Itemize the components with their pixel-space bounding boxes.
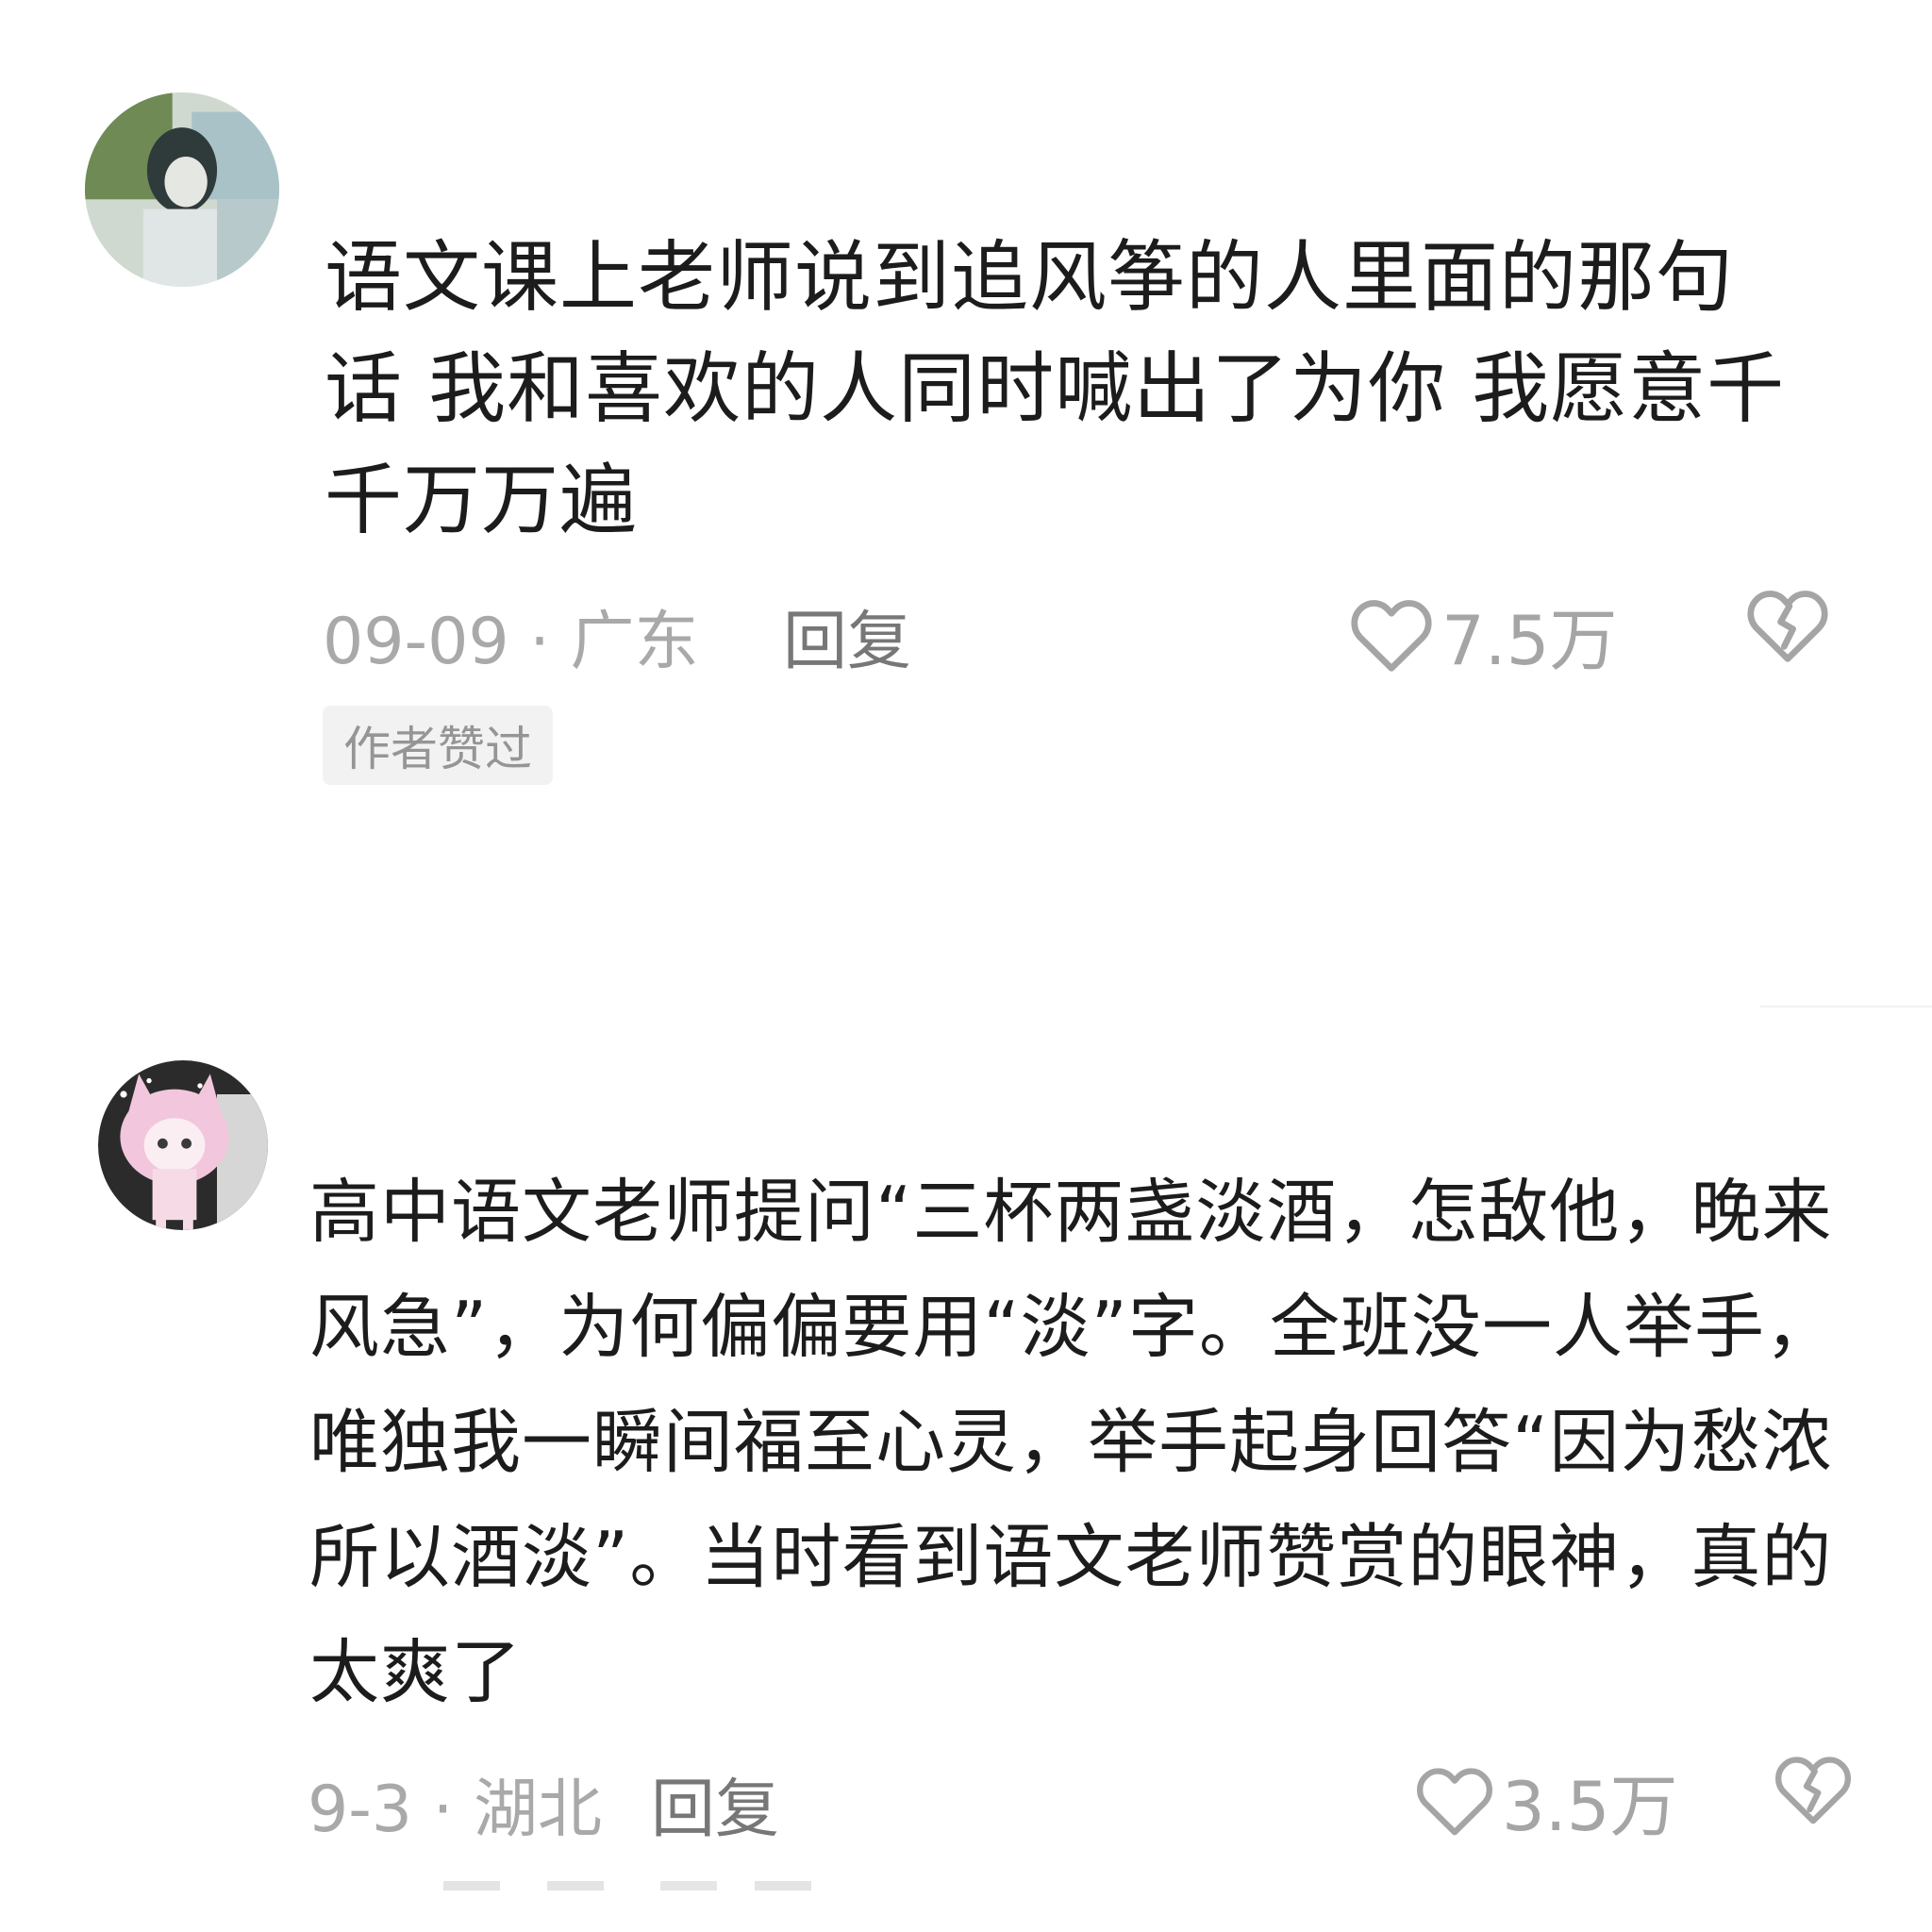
user-avatar[interactable] bbox=[98, 1060, 268, 1230]
comment-location: 湖北 bbox=[473, 1773, 602, 1847]
divider bbox=[1760, 1006, 1932, 1008]
reply-button[interactable]: 回复 bbox=[651, 1757, 779, 1850]
dislike-button[interactable] bbox=[1745, 587, 1830, 668]
comment-date: 9-3 bbox=[308, 1773, 413, 1847]
user-photo-avatar-icon bbox=[85, 92, 279, 287]
broken-heart-icon bbox=[1775, 1757, 1851, 1824]
like-count: 7.5万 bbox=[1441, 601, 1618, 680]
meta-separator: · bbox=[432, 1773, 454, 1847]
like-count: 3.5万 bbox=[1502, 1767, 1678, 1846]
next-comment-cutoff bbox=[443, 1881, 868, 1890]
dislike-button[interactable] bbox=[1774, 1753, 1853, 1830]
comment-meta: 09-09 · 广东 bbox=[323, 589, 698, 682]
comment-meta: 9-3 · 湖北 bbox=[308, 1757, 602, 1850]
broken-heart-icon bbox=[1747, 591, 1828, 662]
meta-separator: · bbox=[529, 605, 550, 679]
author-liked-badge: 作者赞过 bbox=[323, 706, 553, 785]
user-avatar[interactable] bbox=[85, 92, 279, 287]
like-button[interactable]: 7.5万 bbox=[1349, 585, 1618, 684]
heart-icon bbox=[1417, 1767, 1492, 1835]
anime-girl-avatar-icon bbox=[98, 1060, 268, 1230]
comment-location: 广东 bbox=[570, 605, 699, 679]
reply-button[interactable]: 回复 bbox=[783, 589, 911, 682]
comment-text: 语文课上老师说到追风筝的人里面的那句 话 我和喜欢的人同时喊出了为你 我愿意千 … bbox=[325, 233, 1786, 545]
heart-icon bbox=[1351, 599, 1432, 672]
comment-text: 高中语文老师提问“三杯两盏淡酒，怎敌他，晚来 风急”，为何偏偏要用“淡”字。全班… bbox=[309, 1172, 1837, 1713]
comment-date: 09-09 bbox=[323, 605, 509, 679]
like-button[interactable]: 3.5万 bbox=[1415, 1751, 1678, 1850]
